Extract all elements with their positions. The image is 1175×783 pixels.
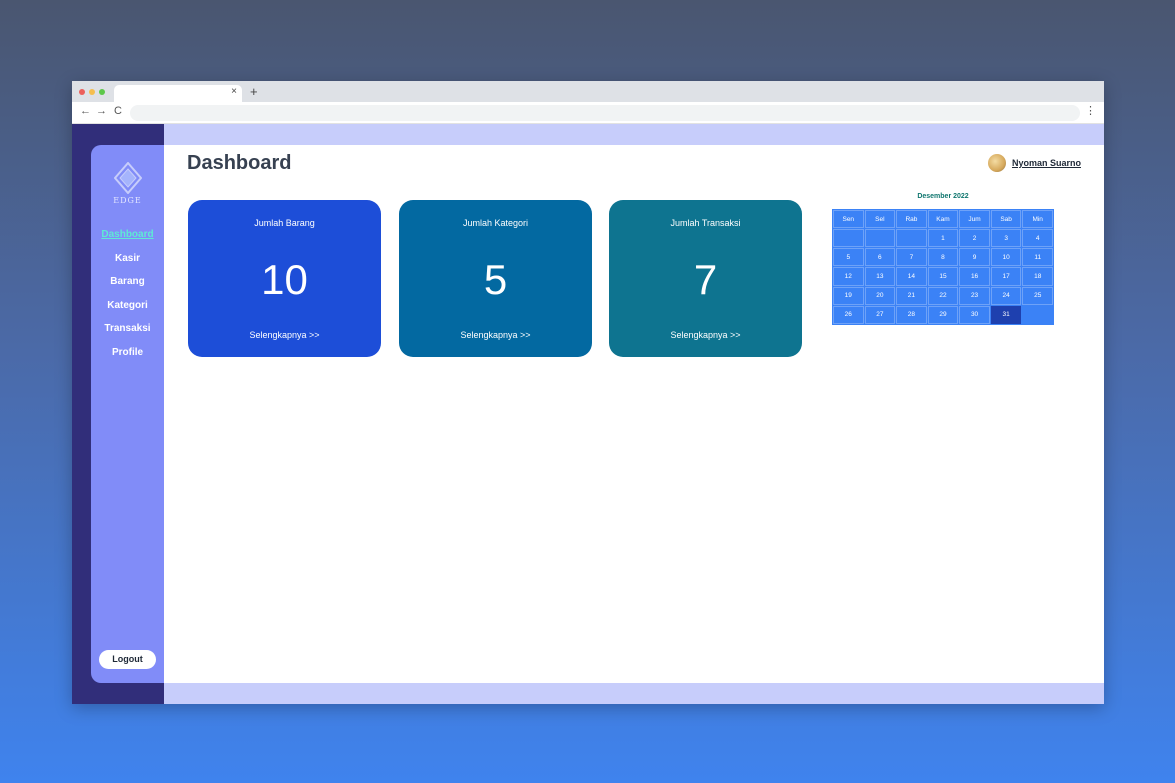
sidebar: EDGE Dashboard Kasir Barang Kategori Tra… — [91, 145, 164, 683]
user-profile[interactable]: Nyoman Suarno — [987, 154, 1081, 172]
calendar-day[interactable]: 2 — [959, 229, 990, 248]
calendar-empty-cell — [896, 229, 927, 248]
logout-button[interactable]: Logout — [99, 650, 156, 669]
calendar-weekday: Jum — [959, 210, 990, 229]
page-viewport: EDGE Dashboard Kasir Barang Kategori Tra… — [72, 124, 1104, 704]
browser-window: × + ← → C ⋮ EDGE Dashboard Kasir Barang — [72, 81, 1104, 704]
calendar-weekday: Kam — [927, 210, 959, 229]
reload-icon[interactable]: C — [114, 105, 122, 117]
calendar-day[interactable]: 25 — [1022, 286, 1053, 305]
card-value: 7 — [693, 256, 718, 303]
calendar-day[interactable]: 7 — [896, 248, 927, 267]
calendar-weekday: Sen — [833, 210, 864, 229]
calendar-weekday: Min — [1022, 210, 1053, 229]
calendar-day[interactable]: 11 — [1022, 248, 1053, 267]
brand-logo: EDGE — [91, 162, 164, 205]
calendar-day[interactable]: 28 — [896, 305, 927, 324]
calendar-day[interactable]: 10 — [990, 248, 1022, 267]
card-more-link[interactable]: Selengkapnya >> — [188, 330, 381, 340]
calendar-title: Desember 2022 — [917, 193, 969, 200]
calendar-day[interactable]: 12 — [833, 267, 864, 286]
browser-menu-icon[interactable]: ⋮ — [1085, 104, 1096, 117]
calendar-day[interactable]: 23 — [959, 286, 990, 305]
sidebar-item-transaksi[interactable]: Transaksi — [91, 322, 164, 346]
back-arrow-icon[interactable]: ← — [80, 105, 91, 117]
calendar-weekday: Rab — [896, 210, 927, 229]
sidebar-item-profile[interactable]: Profile — [91, 346, 164, 370]
calendar-day-today[interactable]: 31 — [990, 305, 1022, 324]
close-window-dot[interactable] — [79, 89, 85, 95]
card-value: 5 — [483, 256, 508, 303]
minimize-window-dot[interactable] — [89, 89, 95, 95]
browser-tab[interactable]: × — [114, 85, 242, 102]
calendar-empty-cell — [1022, 305, 1053, 324]
card-label: Jumlah Kategori — [462, 218, 529, 228]
new-tab-icon[interactable]: + — [250, 84, 258, 99]
close-tab-icon[interactable]: × — [231, 86, 237, 97]
address-bar-row: ← → C ⋮ — [72, 102, 1104, 124]
calendar-empty-cell — [864, 229, 896, 248]
calendar-day[interactable]: 21 — [896, 286, 927, 305]
calendar-empty-cell — [833, 229, 864, 248]
calendar-day[interactable]: 17 — [990, 267, 1022, 286]
sidebar-item-kasir[interactable]: Kasir — [91, 252, 164, 276]
stat-card-transaksi: Jumlah Transaksi 7 Selengkapnya >> — [609, 200, 802, 357]
user-name-link[interactable]: Nyoman Suarno — [1012, 158, 1081, 168]
calendar-day[interactable]: 3 — [990, 229, 1022, 248]
card-value: 10 — [261, 256, 308, 303]
calendar-day[interactable]: 9 — [959, 248, 990, 267]
page-title: Dashboard — [187, 152, 292, 174]
calendar-day[interactable]: 1 — [927, 229, 959, 248]
logo-text: EDGE — [113, 196, 142, 205]
forward-arrow-icon[interactable]: → — [96, 105, 107, 117]
sidebar-item-kategori[interactable]: Kategori — [91, 299, 164, 323]
card-label: Jumlah Barang — [254, 218, 315, 228]
calendar-day[interactable]: 27 — [864, 305, 896, 324]
calendar-day[interactable]: 30 — [959, 305, 990, 324]
calendar-day[interactable]: 8 — [927, 248, 959, 267]
calendar-day[interactable]: 16 — [959, 267, 990, 286]
calendar-day[interactable]: 29 — [927, 305, 959, 324]
sidebar-item-barang[interactable]: Barang — [91, 275, 164, 299]
avatar[interactable] — [987, 154, 1006, 172]
calendar-day[interactable]: 14 — [896, 267, 927, 286]
calendar-weekday: Sab — [990, 210, 1022, 229]
calendar-day[interactable]: 5 — [833, 248, 864, 267]
bottom-strip — [164, 683, 1104, 704]
browser-tab-bar: × + — [72, 81, 1104, 102]
calendar-day[interactable]: 26 — [833, 305, 864, 324]
card-label: Jumlah Transaksi — [670, 218, 741, 228]
calendar-day[interactable]: 6 — [864, 248, 896, 267]
calendar-day[interactable]: 15 — [927, 267, 959, 286]
calendar-day[interactable]: 4 — [1022, 229, 1053, 248]
card-more-link[interactable]: Selengkapnya >> — [609, 330, 802, 340]
sidebar-nav: Dashboard Kasir Barang Kategori Transaks… — [91, 228, 164, 369]
calendar-weekday: Sel — [864, 210, 896, 229]
calendar-day[interactable]: 19 — [833, 286, 864, 305]
calendar-day[interactable]: 22 — [927, 286, 959, 305]
stat-card-kategori: Jumlah Kategori 5 Selengkapnya >> — [399, 200, 592, 357]
maximize-window-dot[interactable] — [99, 89, 105, 95]
calendar-day[interactable]: 24 — [990, 286, 1022, 305]
calendar-day[interactable]: 13 — [864, 267, 896, 286]
sidebar-item-dashboard[interactable]: Dashboard — [91, 228, 164, 252]
calendar-grid: Sen Sel Rab Kam Jum Sab Min 1 2 3 4 5 6 7 8 9 10 1… — [832, 209, 1054, 325]
card-more-link[interactable]: Selengkapnya >> — [399, 330, 592, 340]
top-strip — [164, 124, 1104, 145]
diamond-logo-icon — [113, 162, 142, 194]
stat-card-barang: Jumlah Barang 10 Selengkapnya >> — [188, 200, 381, 357]
calendar-day[interactable]: 20 — [864, 286, 896, 305]
calendar-day[interactable]: 18 — [1022, 267, 1053, 286]
url-input[interactable] — [130, 105, 1080, 121]
